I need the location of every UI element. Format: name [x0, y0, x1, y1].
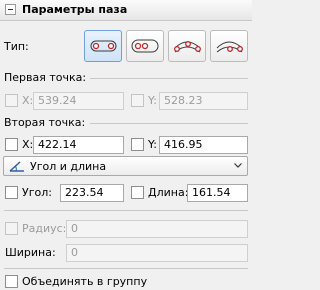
type-label: Тип:	[4, 40, 29, 53]
first-point-y-checkbox[interactable]	[131, 94, 144, 107]
length-label: Длина:	[148, 186, 189, 199]
slot-arc-three-points-button[interactable]	[168, 30, 206, 62]
slot-parameters-panel: Параметры паза Тип: Первая точка: X: 539…	[0, 0, 252, 290]
group-checkbox[interactable]	[5, 275, 18, 288]
first-point-label: Первая точка:	[4, 71, 87, 84]
width-label: Ширина:	[5, 246, 56, 259]
panel-title: Параметры паза	[22, 3, 128, 16]
first-point-y-label: Y:	[148, 94, 157, 107]
length-checkbox[interactable]	[131, 186, 144, 199]
slot-two-points-button[interactable]	[84, 30, 122, 62]
width-input[interactable]: 0	[66, 244, 248, 262]
second-point-x-input[interactable]: 422.14	[33, 136, 124, 154]
section-divider	[90, 78, 248, 79]
radius-label: Радиус:	[22, 222, 67, 235]
first-point-y-input[interactable]: 528.23	[159, 92, 248, 110]
second-point-x-label: X:	[22, 138, 34, 151]
second-point-y-label: Y:	[148, 138, 157, 151]
chevron-down-icon	[234, 163, 242, 168]
section-divider	[4, 210, 248, 211]
radius-input[interactable]: 0	[66, 220, 248, 238]
angle-input[interactable]: 223.54	[60, 184, 124, 202]
mode-dropdown-value: Угол и длина	[30, 160, 107, 173]
slot-center-point-button[interactable]	[126, 30, 164, 62]
second-point-label: Вторая точка:	[4, 116, 86, 129]
radius-checkbox[interactable]	[5, 222, 18, 235]
second-point-x-checkbox[interactable]	[5, 138, 18, 151]
slot-arc-three-points-icon	[174, 41, 201, 53]
slot-arc-center-icon	[216, 41, 243, 53]
slot-arc-center-button[interactable]	[210, 30, 248, 62]
section-divider	[90, 123, 248, 124]
group-label: Объединять в группу	[22, 275, 148, 288]
slot-center-point-icon	[131, 39, 159, 53]
angle-length-icon	[9, 161, 24, 172]
mode-dropdown[interactable]: Угол и длина	[3, 156, 248, 176]
first-point-x-input[interactable]: 539.24	[33, 92, 124, 110]
slot-two-points-icon	[90, 40, 117, 52]
first-point-x-label: X:	[22, 94, 34, 107]
panel-header[interactable]: Параметры паза	[0, 0, 252, 21]
second-point-y-input[interactable]: 416.95	[159, 136, 248, 154]
section-divider	[4, 268, 248, 269]
first-point-x-checkbox[interactable]	[5, 94, 18, 107]
second-point-y-checkbox[interactable]	[131, 138, 144, 151]
length-input[interactable]: 161.54	[187, 184, 248, 202]
angle-checkbox[interactable]	[5, 186, 18, 199]
collapse-minus-icon[interactable]	[5, 4, 16, 15]
angle-label: Угол:	[22, 186, 52, 199]
